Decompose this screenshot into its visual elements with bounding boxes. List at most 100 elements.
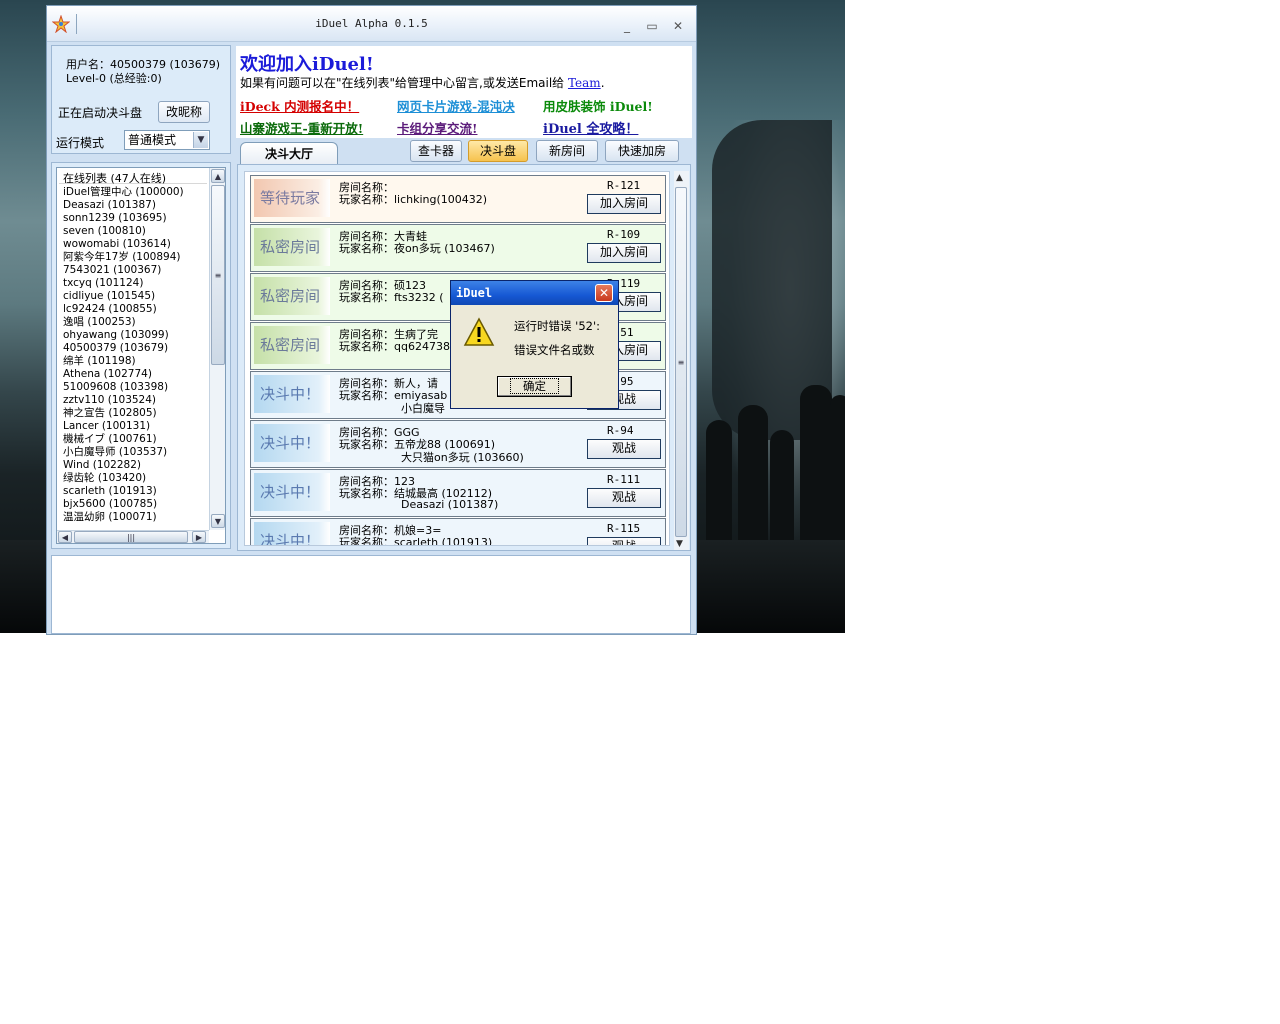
room-row[interactable]: 决斗中！ 房间名称：123 玩家名称：结城最高 (102112) Deasazi (1…	[250, 469, 666, 517]
new-room-button[interactable]: 新房间	[536, 140, 598, 162]
close-icon[interactable]: ✕	[595, 284, 613, 302]
warning-triangle-icon	[463, 317, 495, 347]
online-list[interactable]: 在线列表 (47人在线) iDuel管理中心 (100000) Deasazi (…	[56, 167, 226, 544]
welcome-title: 欢迎加入iDuel!	[240, 54, 374, 75]
room-id: R-109	[607, 228, 641, 241]
list-item[interactable]: 温温幼卵 (100071)	[63, 511, 209, 524]
online-list-vscrollbar[interactable]: ▲ ≡ ▼	[209, 168, 225, 530]
run-mode-value: 普通模式	[128, 133, 177, 147]
card-viewer-button[interactable]: 查卡器	[410, 140, 462, 162]
deck-share-link[interactable]: 卡组分享交流!	[397, 118, 478, 137]
list-item[interactable]: Deasazi (101387)	[63, 199, 209, 212]
list-item[interactable]: Lancer (100131)	[63, 420, 209, 433]
list-item[interactable]: wowomabi (103614)	[63, 238, 209, 251]
list-item[interactable]: 阿紫今年17岁 (100894)	[63, 251, 209, 264]
list-item[interactable]: 機械イブ (100761)	[63, 433, 209, 446]
room-action-button[interactable]: 观战	[587, 439, 661, 459]
duel-disk-button[interactable]: 决斗盘	[468, 140, 528, 162]
run-mode-select[interactable]: 普通模式 ▼	[124, 130, 210, 150]
room-row[interactable]: 决斗中！房间名称：机娘=3=玩家名称：scarleth (101913)真红斯机…	[250, 518, 666, 545]
online-list-items: iDuel管理中心 (100000) Deasazi (101387) sonn12…	[63, 186, 209, 524]
rename-button[interactable]: 改昵称	[158, 101, 210, 123]
title-bar[interactable]: iDuel Alpha 0.1.5 _ ▭ ✕	[47, 6, 696, 42]
scroll-right-icon[interactable]: ▶	[192, 531, 206, 543]
room-row[interactable]: 决斗中！ 房间名称：GGG 玩家名称：五帝龙88 (100691) 大只猫on多玩 (…	[250, 420, 666, 468]
scroll-down-icon[interactable]: ▼	[676, 539, 683, 549]
dialog-message-line2: 错误文件名或数	[514, 343, 595, 357]
room-row[interactable]: 私密房间 房间名称：大青蛙 玩家名称：夜on多玩 (103467) R-109 加入房间	[250, 224, 666, 272]
scroll-thumb[interactable]: ≡	[675, 187, 687, 537]
chevron-down-icon[interactable]: ▼	[193, 132, 208, 148]
room-status-tag: 私密房间	[254, 326, 330, 364]
ok-button[interactable]: 确定	[497, 376, 572, 397]
guide-link[interactable]: iDuel 全攻略！	[543, 118, 638, 137]
room-status-tag: 等待玩家	[254, 179, 330, 217]
list-item[interactable]: 51009608 (103398)	[63, 381, 209, 394]
list-item[interactable]: 绿齿轮 (103420)	[63, 472, 209, 485]
room-id: R-115	[607, 522, 641, 535]
tab-duel-hall[interactable]: 决斗大厅	[240, 142, 338, 164]
run-mode-label: 运行模式	[56, 136, 105, 150]
level-label: Level-0 (总经验:0)	[66, 72, 162, 85]
list-item[interactable]: Wind (102282)	[63, 459, 209, 472]
chat-area[interactable]	[51, 555, 691, 634]
scroll-down-icon[interactable]: ▼	[211, 514, 225, 528]
list-item[interactable]: 40500379 (103679)	[63, 342, 209, 355]
ideck-link[interactable]: iDeck 内测报名中！	[240, 96, 359, 115]
list-item[interactable]: Athena (102774)	[63, 368, 209, 381]
list-item[interactable]: 神之宣告 (102805)	[63, 407, 209, 420]
room-row[interactable]: 等待玩家 房间名称： 玩家名称：lichking(100432) R-121 加入房间	[250, 175, 666, 223]
list-item[interactable]: 逸唱 (100253)	[63, 316, 209, 329]
room-player2: Deasazi (101387)	[401, 498, 499, 511]
scroll-thumb[interactable]: ≡	[211, 185, 225, 365]
list-item[interactable]: 绵羊 (101198)	[63, 355, 209, 368]
room-action-button[interactable]: 加入房间	[587, 194, 661, 214]
list-item[interactable]: bjx5600 (100785)	[63, 498, 209, 511]
list-item[interactable]: seven (100810)	[63, 225, 209, 238]
copycat-game-link[interactable]: 山寨游戏王-重新开放!	[240, 118, 363, 137]
list-item[interactable]: 7543021 (100367)	[63, 264, 209, 277]
quick-join-button[interactable]: 快速加房	[605, 140, 679, 162]
online-list-panel: 在线列表 (47人在线) iDuel管理中心 (100000) Deasazi (…	[51, 162, 231, 549]
ok-button-label: 确定	[510, 378, 559, 394]
list-item[interactable]: zztv110 (103524)	[63, 394, 209, 407]
scroll-up-icon[interactable]: ▲	[211, 169, 225, 183]
room-action-button[interactable]: 观战	[587, 537, 661, 545]
room-id: R-94	[607, 424, 634, 437]
room-action-button[interactable]: 观战	[587, 488, 661, 508]
help-text: 如果有问题可以在"在线列表"给管理中心留言,或发送Email给 Team.	[240, 76, 605, 90]
list-item[interactable]: lc92424 (100855)	[63, 303, 209, 316]
list-item[interactable]: cidliyue (101545)	[63, 290, 209, 303]
card-game-link[interactable]: 网页卡片游戏-混沌决	[397, 96, 515, 115]
room-id: R-111	[607, 473, 641, 486]
help-message: 如果有问题可以在"在线列表"给管理中心留言,或发送Email给	[240, 76, 568, 90]
skin-link[interactable]: 用皮肤装饰 iDuel!	[543, 96, 653, 115]
close-icon[interactable]: ✕	[670, 18, 686, 34]
room-players: 玩家名称：qq624738	[339, 340, 450, 353]
duel-disk-status: 正在启动决斗盘	[58, 106, 143, 120]
list-item[interactable]: iDuel管理中心 (100000)	[63, 186, 209, 199]
list-item[interactable]: txcyq (101124)	[63, 277, 209, 290]
error-dialog: iDuel ✕ 运行时错误 '52': 错误文件名或数 确定	[450, 280, 619, 409]
list-item[interactable]: 小白魔导师 (103537)	[63, 446, 209, 459]
minimize-icon[interactable]: _	[619, 18, 635, 34]
room-status-tag: 决斗中！	[254, 522, 330, 545]
scroll-up-icon[interactable]: ▲	[676, 173, 683, 183]
room-players: 玩家名称：夜on多玩 (103467)	[339, 242, 495, 255]
window-title: iDuel Alpha 0.1.5	[315, 17, 428, 30]
list-item[interactable]: ohyawang (103099)	[63, 329, 209, 342]
team-link[interactable]: Team	[568, 76, 601, 90]
list-item[interactable]: scarleth (101913)	[63, 485, 209, 498]
online-list-hscrollbar[interactable]: ◀ ||| ▶	[57, 530, 209, 543]
room-player2: 小白魔导	[401, 402, 445, 415]
room-action-button[interactable]: 加入房间	[587, 243, 661, 263]
room-list-vscrollbar[interactable]: ▲ ≡ ▼	[674, 171, 689, 550]
maximize-icon[interactable]: ▭	[644, 18, 660, 34]
room-player2: 大只猫on多玩 (103660)	[401, 451, 524, 464]
hscroll-thumb[interactable]: |||	[74, 531, 188, 543]
user-info-panel: 用户名：40500379 (103679) Level-0 (总经验:0) 正在…	[51, 45, 231, 154]
dialog-title[interactable]: iDuel	[451, 281, 618, 305]
online-list-header: 在线列表 (47人在线)	[59, 170, 207, 185]
list-item[interactable]: sonn1239 (103695)	[63, 212, 209, 225]
scroll-left-icon[interactable]: ◀	[58, 531, 72, 543]
